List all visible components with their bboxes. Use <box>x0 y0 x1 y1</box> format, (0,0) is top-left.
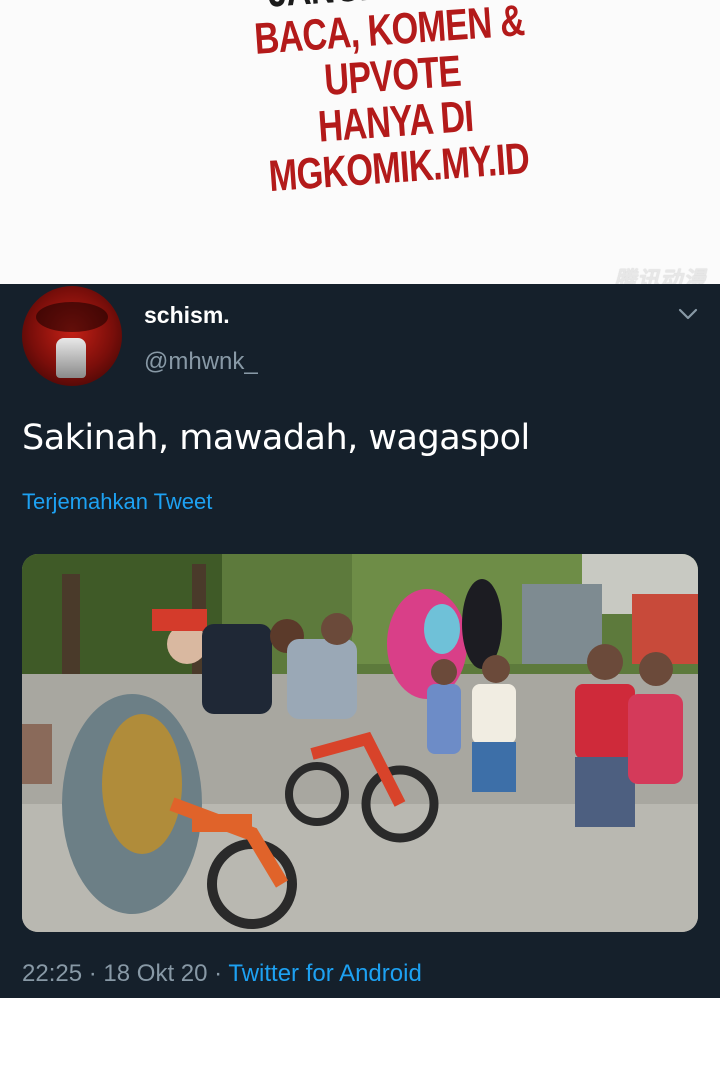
tweet-card[interactable]: schism. @mhwnk_ Sakinah, mawadah, wagasp… <box>0 284 720 998</box>
meta-separator: · <box>214 960 223 987</box>
promo-banner: JANGAN LUPA BACA, KOMEN & UPVOTE HANYA D… <box>0 0 720 293</box>
translate-tweet-link[interactable]: Terjemahkan Tweet <box>22 489 212 515</box>
user-handle[interactable]: @mhwnk_ <box>144 348 258 376</box>
promo-text: JANGAN LUPA BACA, KOMEN & UPVOTE HANYA D… <box>150 0 635 207</box>
page-bottom-area <box>0 998 720 1085</box>
tweet-source[interactable]: Twitter for Android <box>228 960 421 987</box>
display-name[interactable]: schism. <box>144 302 230 329</box>
tweet-text: Sakinah, mawadah, wagaspol <box>22 418 530 458</box>
tweet-time[interactable]: 22:25 <box>22 960 82 987</box>
tweet-meta: 22:25 · 18 Okt 20 · Twitter for Android <box>22 960 422 988</box>
avatar[interactable] <box>22 286 122 386</box>
tweet-date[interactable]: 18 Okt 20 <box>103 960 207 987</box>
meta-separator: · <box>88 960 97 987</box>
chevron-down-icon[interactable] <box>676 304 700 324</box>
avatar-skull <box>56 338 86 378</box>
tweet-photo[interactable] <box>22 554 698 932</box>
avatar-shade <box>36 302 108 332</box>
photo-illustration <box>22 554 698 932</box>
